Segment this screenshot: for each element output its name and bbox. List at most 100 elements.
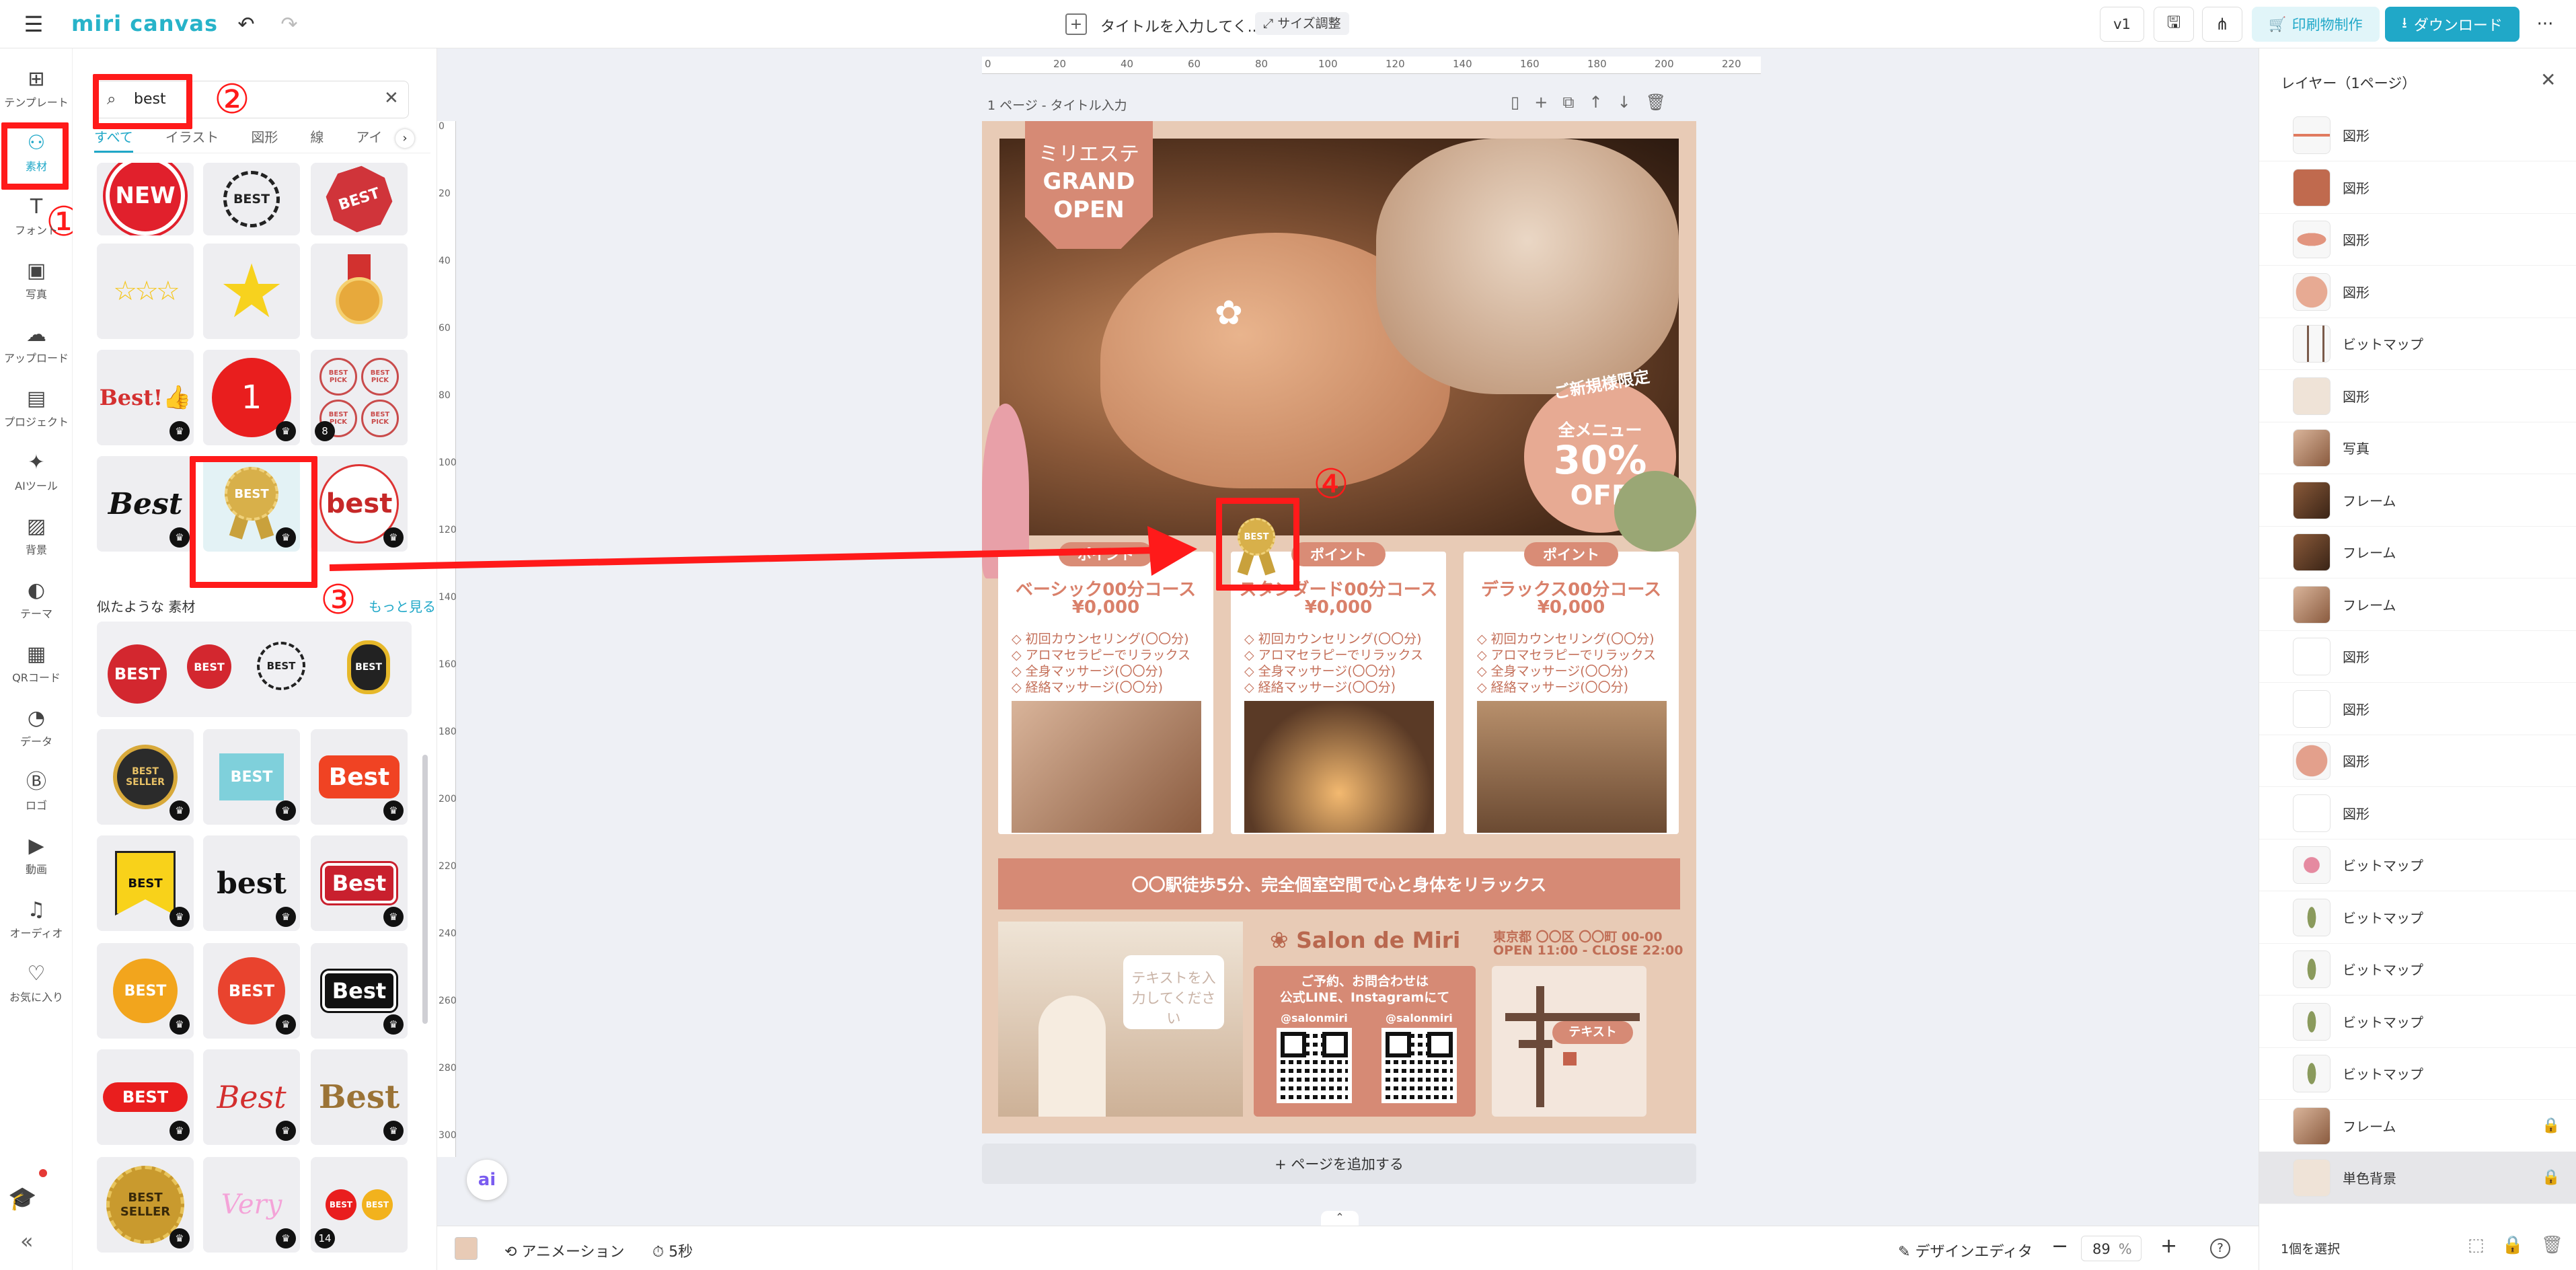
- duration-button[interactable]: ⏱ 5秒: [652, 1240, 693, 1261]
- element-tile-stars[interactable]: ☆☆☆: [97, 244, 194, 339]
- contact-box[interactable]: ご予約、お問合わせは 公式LINE、Instagramにて @salonmiri…: [1254, 966, 1476, 1117]
- folder-icon[interactable]: +: [1065, 13, 1087, 35]
- rail-item-12[interactable]: ▶ 動画: [0, 825, 73, 888]
- element-tile-best-red-bubble[interactable]: Best ♛: [311, 729, 408, 825]
- element-tile-best-crown-script[interactable]: best ♛: [203, 835, 300, 931]
- page-duplicate-icon[interactable]: ⧉: [1562, 93, 1574, 112]
- rail-item-13[interactable]: ♫ オーディオ: [0, 889, 73, 952]
- layer-row[interactable]: 図形: [2259, 109, 2576, 161]
- rail-item-6[interactable]: ✦ AIツール: [0, 441, 73, 505]
- element-tile-best-red-thumb[interactable]: BEST ♛: [203, 943, 300, 1039]
- see-more-link[interactable]: もっと見る: [369, 596, 436, 615]
- rail-item-2[interactable]: T フォント: [0, 186, 73, 249]
- layer-row[interactable]: ビットマップ: [2259, 1047, 2576, 1100]
- undo-icon[interactable]: ↶: [233, 12, 260, 36]
- tab-all[interactable]: すべて: [94, 126, 133, 153]
- help-icon[interactable]: ?: [2210, 1238, 2230, 1259]
- tab-line[interactable]: 線: [310, 126, 324, 153]
- zoom-out-icon[interactable]: −: [2051, 1234, 2068, 1258]
- rail-item-9[interactable]: ▦ QRコード: [0, 633, 73, 696]
- page-down-icon[interactable]: ↓: [1618, 93, 1631, 112]
- tab-icon[interactable]: アイ: [356, 126, 382, 153]
- menu-icon[interactable]: ☰: [20, 11, 47, 37]
- element-tile-best-hexagon[interactable]: BEST: [311, 163, 408, 235]
- layer-row[interactable]: ビットマップ: [2259, 996, 2576, 1048]
- app-logo[interactable]: miri canvas: [71, 11, 218, 36]
- element-tile-best-set[interactable]: BEST BEST 14: [311, 1157, 408, 1253]
- element-tile-best-script[interactable]: Best ♛: [97, 456, 194, 552]
- element-tile-best-gold-blue[interactable]: BEST ♛: [97, 943, 194, 1039]
- layer-row[interactable]: 図形: [2259, 213, 2576, 266]
- element-tile-best-red-script[interactable]: Best ♛: [203, 1049, 300, 1145]
- element-tile-best-seller[interactable]: BEST SELLER ♛: [97, 729, 194, 825]
- element-tile-best-red-speech[interactable]: Best ♛: [311, 835, 408, 931]
- similar-best-ribbon[interactable]: BEST: [187, 644, 231, 689]
- rail-item-3[interactable]: ▣ 写真: [0, 250, 73, 313]
- element-tile-best-brown-serif[interactable]: Best ♛: [311, 1049, 408, 1145]
- delete-layer-icon[interactable]: 🗑: [2541, 1235, 2563, 1255]
- group-icon[interactable]: ⬚: [2468, 1235, 2485, 1255]
- more-icon[interactable]: ···: [2530, 12, 2560, 36]
- element-tile-medal[interactable]: [311, 244, 408, 339]
- element-tile-star[interactable]: ★: [203, 244, 300, 339]
- save-icon[interactable]: 🖫: [2154, 7, 2194, 42]
- course-card-standard[interactable]: ポイント スタンダード00分コース ¥0,000 ◇ 初回カウンセリング(〇〇分…: [1231, 542, 1446, 834]
- layer-row[interactable]: フレーム 🔒: [2259, 1100, 2576, 1152]
- page-note-icon[interactable]: ▯: [1511, 93, 1519, 112]
- layer-row[interactable]: 図形: [2259, 630, 2576, 683]
- version-button[interactable]: v1: [2100, 7, 2144, 42]
- print-button[interactable]: 🛒 印刷物制作: [2252, 7, 2380, 42]
- zoom-in-icon[interactable]: +: [2160, 1234, 2177, 1258]
- graduation-icon[interactable]: 🎓: [8, 1185, 36, 1212]
- treatment-room-photo[interactable]: [1477, 701, 1667, 833]
- zoom-input[interactable]: 89%: [2081, 1236, 2142, 1261]
- towels-candles-photo[interactable]: [1244, 701, 1434, 833]
- page-up-icon[interactable]: ↑: [1589, 93, 1602, 112]
- element-tile-very-neon[interactable]: Very ♛: [203, 1157, 300, 1253]
- layer-row[interactable]: フレーム: [2259, 526, 2576, 578]
- animation-button[interactable]: ⟲ アニメーション: [504, 1240, 625, 1261]
- download-button[interactable]: ⭳ ダウンロード: [2385, 7, 2520, 42]
- element-tile-best-thumb[interactable]: Best! 👍 ♛: [97, 350, 194, 445]
- rail-item-14[interactable]: ♡ お気に入り: [0, 952, 73, 1016]
- text-placeholder-box[interactable]: テキストを入力してください: [1123, 955, 1224, 1029]
- close-layers-icon[interactable]: ✕: [2540, 69, 2556, 91]
- tab-shape[interactable]: 図形: [251, 126, 278, 153]
- rail-item-0[interactable]: ⊞ テンプレート: [0, 58, 73, 121]
- tabs-scroll-right-icon[interactable]: ›: [395, 129, 414, 148]
- lock-icon[interactable]: 🔒: [2502, 1235, 2524, 1255]
- element-tile-best-ribbon-outline[interactable]: BEST: [203, 163, 300, 235]
- element-tile-number-one[interactable]: 1 ♛: [203, 350, 300, 445]
- expand-timeline-icon[interactable]: ⌃: [1321, 1211, 1359, 1226]
- layer-row[interactable]: フレーム: [2259, 474, 2576, 527]
- similar-best-red[interactable]: BEST: [108, 644, 167, 704]
- layer-row[interactable]: ビットマップ: [2259, 943, 2576, 996]
- layer-row[interactable]: 写真: [2259, 422, 2576, 474]
- layer-row[interactable]: 図形: [2259, 735, 2576, 787]
- layer-row[interactable]: 図形: [2259, 161, 2576, 214]
- poster-page[interactable]: 全メニュー 30% OFF ご新規様限定 ✿ ミリエステ GRAND OPEN …: [982, 121, 1696, 1133]
- tab-illustration[interactable]: イラスト: [165, 126, 219, 153]
- rail-item-7[interactable]: ▨ 背景: [0, 505, 73, 568]
- rail-item-4[interactable]: ☁ アップロード: [0, 313, 73, 377]
- layer-row[interactable]: ビットマップ: [2259, 891, 2576, 944]
- layer-lock-icon[interactable]: 🔒: [2542, 1169, 2560, 1186]
- collapse-rail-icon[interactable]: «: [20, 1228, 34, 1254]
- share-icon[interactable]: ⋔: [2202, 7, 2242, 42]
- facial-photo[interactable]: [1012, 701, 1201, 833]
- layer-row[interactable]: フレーム: [2259, 578, 2576, 631]
- redo-icon[interactable]: ↷: [276, 12, 303, 36]
- similar-best-outline[interactable]: BEST: [257, 642, 305, 690]
- element-tile-best-yellow-flag[interactable]: BEST ♛: [97, 835, 194, 931]
- page-delete-icon[interactable]: 🗑: [1646, 93, 1666, 112]
- layer-row[interactable]: ビットマップ: [2259, 318, 2576, 370]
- reception-photo[interactable]: テキストを入力してください: [998, 922, 1243, 1117]
- layer-row[interactable]: 図形: [2259, 683, 2576, 735]
- element-tile-best-pick[interactable]: BEST PICK BEST PICK BEST PICK BEST PICK …: [311, 350, 408, 445]
- line-qr-code[interactable]: [1277, 1028, 1352, 1103]
- element-tile-new[interactable]: NEW: [97, 163, 194, 235]
- rail-item-5[interactable]: ▤ プロジェクト: [0, 377, 73, 441]
- add-page-button[interactable]: + ページを追加する: [982, 1144, 1696, 1184]
- layer-lock-icon[interactable]: 🔒: [2542, 1117, 2560, 1134]
- panel-scrollbar[interactable]: [422, 755, 428, 1024]
